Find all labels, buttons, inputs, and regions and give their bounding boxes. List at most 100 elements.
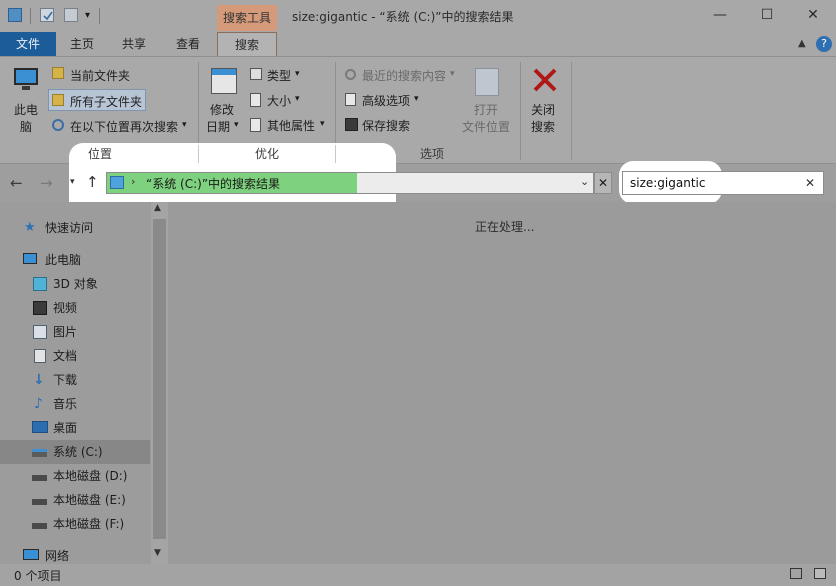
picture-icon (33, 325, 47, 339)
large-icons-view-icon[interactable] (814, 568, 826, 579)
new-folder-icon[interactable] (64, 8, 78, 22)
nav-item-drive-d[interactable]: 本地磁盘 (D:) (0, 464, 150, 488)
file-list-pane[interactable] (168, 202, 836, 564)
group-divider (520, 62, 521, 160)
this-pc-label-1: 此电 (14, 103, 39, 117)
breadcrumb-path[interactable]: “系统 (C:)”中的搜索结果 (146, 175, 280, 192)
recent-searches-button[interactable]: 最近的搜索内容 (362, 67, 446, 84)
close-search-button[interactable]: 搜索 (531, 118, 555, 135)
drive-icon (32, 523, 47, 529)
subfolders-icon (52, 94, 64, 106)
options-group-label: 选项 (420, 147, 445, 161)
document-icon (34, 349, 46, 363)
nav-scrollbar-thumb[interactable] (153, 219, 166, 539)
save-icon (345, 118, 358, 131)
nav-item-3d-objects[interactable]: 3D 对象 (0, 272, 150, 296)
computer-stand (22, 86, 30, 90)
network-icon (23, 549, 39, 560)
location-group-label: 位置 (88, 147, 113, 161)
nav-item-videos[interactable]: 视频 (0, 296, 150, 320)
tab-search[interactable]: 搜索 (217, 32, 277, 56)
drive-icon (32, 475, 47, 481)
scroll-down-icon[interactable]: ▼ (154, 548, 161, 558)
tab-share[interactable]: 共享 (110, 32, 158, 56)
breadcrumb-chevron-icon[interactable]: › (131, 175, 135, 188)
drive-icon (32, 499, 47, 505)
collapse-ribbon-icon[interactable]: ▲ (798, 38, 806, 49)
item-count: 0 个项目 (14, 569, 62, 583)
system-drive-icon (32, 449, 47, 457)
nav-item-music[interactable]: ♪ 音乐 (0, 392, 150, 416)
advanced-options-button[interactable]: 高级选项 (362, 92, 410, 109)
current-folder-button[interactable]: 当前文件夹 (70, 67, 130, 84)
chevron-down-icon[interactable]: ▾ (320, 119, 325, 129)
open-location-button[interactable]: 文件位置 (462, 118, 510, 135)
tab-view[interactable]: 查看 (164, 32, 212, 56)
nav-item-quick-access[interactable]: ★ 快速访问 (0, 216, 150, 240)
all-subfolders-button[interactable]: 所有子文件夹 (70, 93, 142, 110)
desktop-icon (32, 421, 48, 433)
other-properties-button[interactable]: 其他属性 (267, 117, 315, 134)
computer-icon (23, 253, 37, 264)
chevron-down-icon[interactable]: ▾ (234, 120, 239, 130)
search-again-button[interactable]: 在以下位置再次搜索 (70, 118, 178, 135)
save-search-button[interactable]: 保存搜索 (362, 117, 410, 134)
size-icon (250, 93, 261, 107)
recent-searches-icon (345, 69, 356, 80)
date-modified-button[interactable]: 日期 (206, 118, 230, 135)
nav-item-drive-f[interactable]: 本地磁盘 (F:) (0, 512, 150, 536)
app-icon (8, 8, 22, 22)
group-divider (198, 145, 199, 163)
forward-icon[interactable]: → (40, 174, 53, 192)
up-icon[interactable]: ↑ (86, 173, 99, 191)
computer-icon (14, 68, 38, 85)
window-title: size:gigantic - “系统 (C:)”中的搜索结果 (292, 10, 514, 24)
scroll-up-icon[interactable]: ▲ (154, 203, 161, 213)
customize-qat-icon[interactable]: ▾ (85, 10, 90, 21)
advanced-options-icon (345, 93, 356, 106)
help-icon[interactable]: ? (816, 36, 832, 52)
chevron-down-icon[interactable]: ▾ (414, 94, 419, 104)
chevron-down-icon[interactable]: ▾ (450, 69, 455, 79)
this-pc-button[interactable] (12, 64, 42, 98)
search-again-icon (52, 119, 64, 131)
address-dropdown-icon[interactable]: ⌄ (580, 175, 589, 188)
close-button[interactable]: ✕ (790, 0, 836, 32)
maximize-button[interactable]: ☐ (744, 0, 790, 32)
close-search-icon (531, 66, 559, 94)
chevron-down-icon[interactable]: ▾ (295, 69, 300, 79)
nav-item-this-pc[interactable]: 此电脑 (0, 248, 150, 272)
nav-item-desktop[interactable]: 桌面 (0, 416, 150, 440)
nav-item-pictures[interactable]: 图片 (0, 320, 150, 344)
open-location-icon (475, 68, 499, 96)
chevron-down-icon[interactable]: ▾ (182, 120, 187, 130)
tab-file[interactable]: 文件 (0, 32, 56, 56)
stop-search-button[interactable]: ✕ (594, 172, 612, 194)
chevron-down-icon[interactable]: ▾ (295, 94, 300, 104)
open-location-label-1: 打开 (474, 103, 499, 117)
group-divider (335, 145, 336, 163)
back-icon[interactable]: ← (10, 174, 23, 192)
search-input-value[interactable]: size:gigantic (630, 176, 705, 190)
qat-divider (99, 8, 100, 24)
recent-locations-icon[interactable]: ▾ (70, 177, 75, 187)
cube-icon (33, 277, 47, 291)
clear-search-icon[interactable]: ✕ (805, 176, 815, 190)
music-icon: ♪ (34, 396, 43, 412)
star-icon: ★ (24, 220, 36, 235)
details-view-icon[interactable] (790, 568, 802, 579)
tab-home[interactable]: 主页 (58, 32, 106, 56)
minimize-button[interactable]: — (697, 0, 743, 32)
calendar-icon (211, 68, 237, 94)
status-message: 正在处理... (475, 220, 535, 234)
qat-divider (30, 8, 31, 24)
nav-item-drive-e[interactable]: 本地磁盘 (E:) (0, 488, 150, 512)
folder-icon (52, 67, 64, 79)
this-pc-label-2: 脑 (20, 120, 33, 134)
nav-item-documents[interactable]: 文档 (0, 344, 150, 368)
properties-icon[interactable] (40, 8, 54, 22)
kind-button[interactable]: 类型 (267, 67, 291, 84)
nav-item-system-c[interactable]: 系统 (C:) (0, 440, 150, 464)
nav-item-downloads[interactable]: ↓ 下载 (0, 368, 150, 392)
size-button[interactable]: 大小 (267, 92, 291, 109)
